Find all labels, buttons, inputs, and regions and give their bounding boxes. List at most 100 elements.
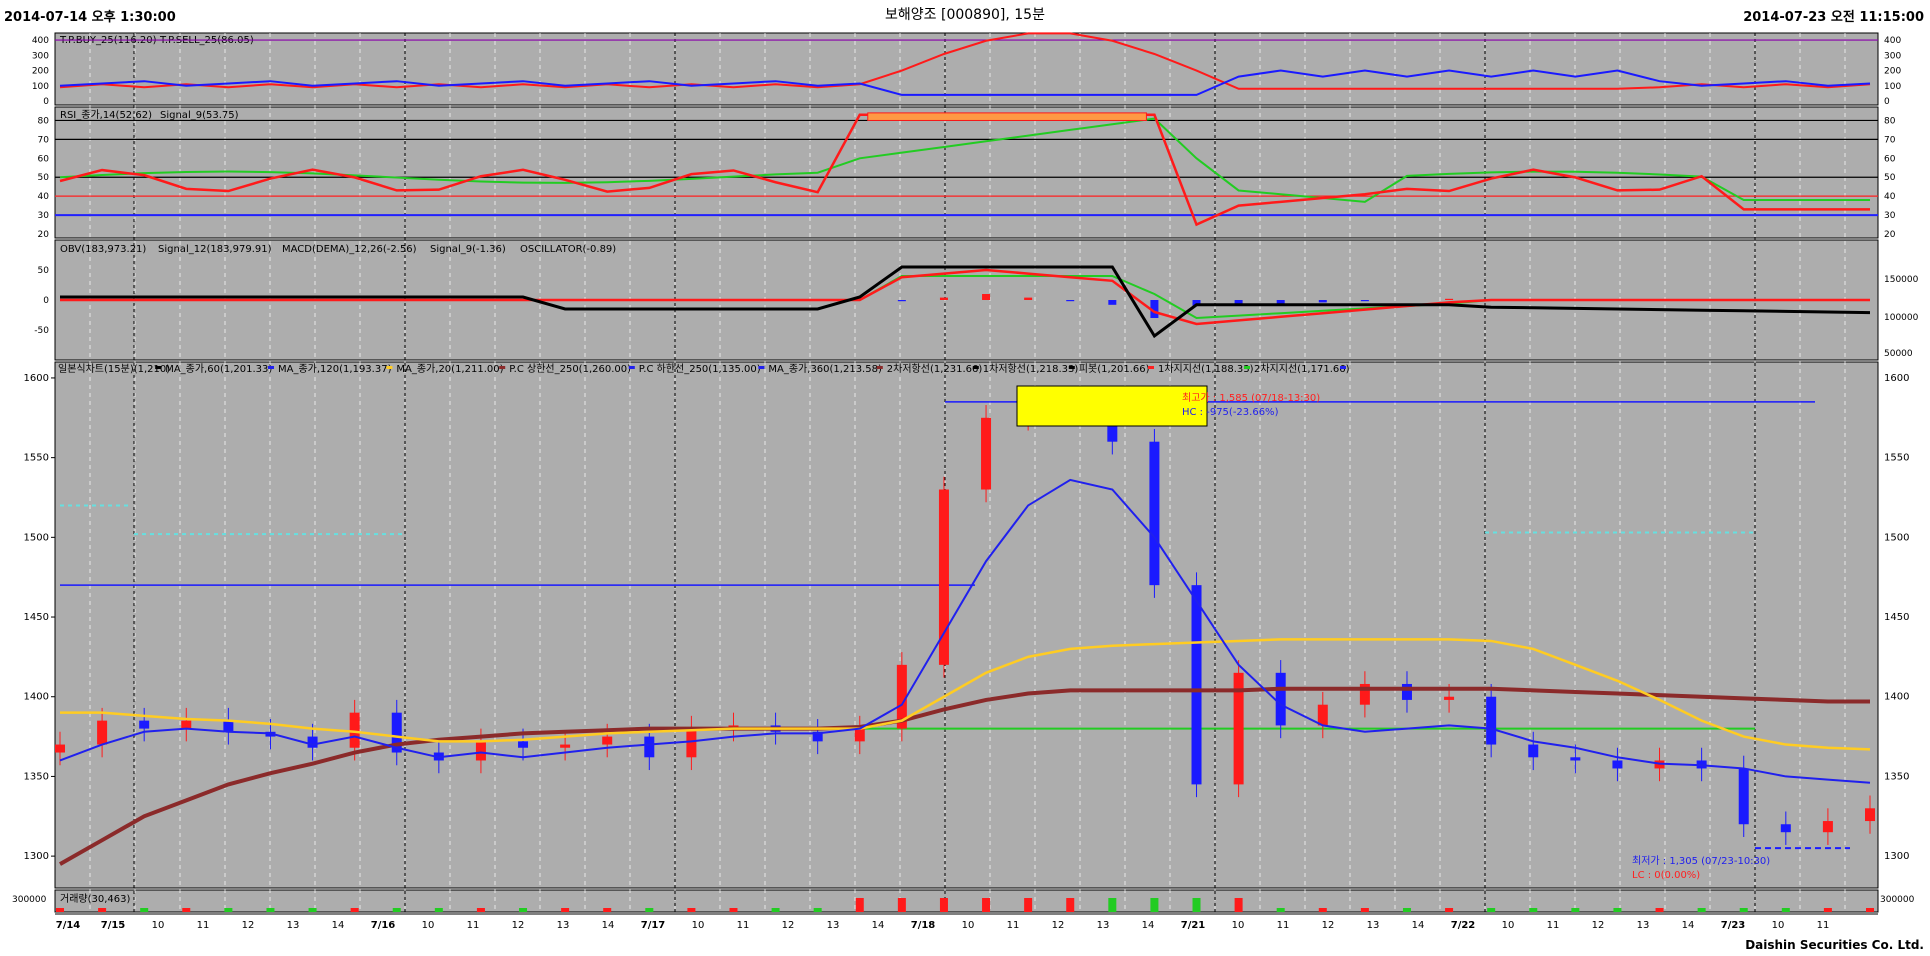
volume-bar (603, 908, 612, 912)
high-price-label: 최고가 : 1,585 (07/18-13:30) (1182, 392, 1320, 404)
main-legend-item: 2차지지선(1,171.66) (1254, 363, 1350, 375)
x-axis-label: 7/21 (1181, 920, 1206, 931)
panel-main (54, 361, 1879, 889)
volume-bar (1571, 908, 1580, 912)
macd-legend: MACD(DEMA)_12,26(-2.56) (282, 244, 417, 255)
volume-bar (855, 898, 864, 912)
x-axis-label: 13 (1367, 920, 1380, 931)
x-axis-label: 12 (1052, 920, 1065, 931)
main-legend-swatch (876, 366, 883, 369)
candle-body (644, 736, 655, 758)
volume-bar (729, 908, 738, 912)
rsi-tick-label-right: 40 (1884, 192, 1896, 202)
stock-chart[interactable]: T.P.BUY_25(116.20) T.P.SELL_25(86.05) RS… (0, 0, 1930, 956)
main-tick-label: 1350 (24, 771, 49, 782)
obv-signal-legend: Signal_12(183,979.91) (158, 244, 272, 255)
main-legend-item: 1차저항선(1,218.33) (983, 363, 1079, 375)
tp-tick-label-right: 200 (1884, 67, 1901, 77)
oscillator-bar (982, 294, 991, 300)
footer-brand: Daishin Securities Co. Ltd. (1745, 938, 1924, 952)
candle-body (1822, 821, 1833, 833)
candle-body (181, 720, 192, 729)
rsi-tick-label: 60 (38, 154, 50, 164)
x-axis-label: 12 (512, 920, 525, 931)
candle-body (1486, 696, 1497, 745)
x-axis-label: 11 (1277, 920, 1290, 931)
volume-bar (224, 908, 233, 912)
main-tick-label-right: 1350 (1884, 771, 1909, 782)
tp-tick-label-right: 0 (1884, 97, 1890, 107)
candle-body (55, 744, 65, 753)
x-axis-label: 10 (962, 920, 975, 931)
candle-body (1528, 744, 1539, 758)
rsi-tick-label-right: 30 (1884, 211, 1896, 221)
main-tick-label: 1300 (24, 851, 49, 862)
oscillator-bar (1108, 300, 1117, 305)
candle-body (981, 417, 992, 490)
tp-tick-label: 200 (32, 67, 49, 77)
x-axis-label: 14 (602, 920, 615, 931)
x-axis-label: 13 (827, 920, 840, 931)
main-legend-item: MA_종가,20(1,211.00) (396, 363, 503, 375)
obv-tick-label-right: 150000 (1884, 275, 1919, 285)
main-legend-swatch (628, 366, 635, 369)
main-legend-swatch (1148, 366, 1154, 369)
rsi-tick-label: 40 (38, 192, 50, 202)
volume-bar (1402, 908, 1411, 912)
x-axis-label: 10 (1772, 920, 1785, 931)
candle-body (1738, 768, 1749, 825)
main-legend-item: 2차저항선(1,231.66) (887, 363, 983, 375)
volume-bar (519, 908, 528, 912)
main-legend-swatch (1244, 366, 1250, 369)
volume-bar (1529, 908, 1538, 912)
candle-body (854, 728, 865, 742)
rsi-tick-label: 30 (38, 211, 50, 221)
volume-bar (1150, 898, 1159, 912)
volume-bar (308, 908, 317, 912)
x-axis-label: 10 (1502, 920, 1515, 931)
candle-body (307, 736, 318, 748)
main-legend-item: MA_종가,60(1,201.33) (165, 363, 272, 375)
oscillator-legend: OSCILLATOR(-0.89) (520, 244, 616, 255)
oscillator-bar (1445, 298, 1454, 300)
main-legend-item: 1차지지선(1,188.33) (1158, 363, 1254, 375)
x-axis-label: 14 (332, 920, 345, 931)
x-axis-label: 13 (1637, 920, 1650, 931)
main-tick-label-right: 1300 (1884, 851, 1909, 862)
volume-bar (813, 908, 822, 912)
x-axis-label: 10 (692, 920, 705, 931)
volume-tick: 300000 (12, 895, 47, 905)
x-axis-label: 11 (1007, 920, 1020, 931)
main-legend-swatch (386, 366, 393, 369)
x-axis-label: 12 (1322, 920, 1335, 931)
x-axis-label: 10 (1232, 920, 1245, 931)
x-axis-label: 14 (1412, 920, 1425, 931)
candle-body (1865, 808, 1875, 822)
lc-label: LC : 0(0.00%) (1632, 870, 1700, 881)
x-axis-label: 10 (152, 920, 165, 931)
x-axis-label: 11 (467, 920, 480, 931)
x-axis-label: 13 (1097, 920, 1110, 931)
panel-vol (54, 889, 1879, 913)
x-axis-label: 7/18 (911, 920, 936, 931)
volume-bar (98, 908, 107, 912)
x-axis-label: 7/22 (1451, 920, 1476, 931)
rsi-tick-label: 80 (38, 116, 50, 126)
x-axis-label: 10 (422, 920, 435, 931)
volume-bar (1866, 908, 1874, 912)
rsi-signal-legend: Signal_9(53.75) (160, 110, 239, 121)
volume-bar (1655, 908, 1664, 912)
tp-tick-label-right: 400 (1884, 36, 1901, 46)
volume-bar (266, 908, 275, 912)
low-price-label: 최저가 : 1,305 (07/23-10:30) (1632, 855, 1770, 867)
volume-bar (1739, 908, 1748, 912)
main-tick-label: 1400 (24, 692, 49, 703)
volume-bar (561, 908, 570, 912)
main-legend-swatch (758, 366, 765, 369)
candle-body (1149, 441, 1160, 586)
main-legend-swatch (499, 366, 506, 369)
volume-bar (392, 908, 401, 912)
volume-bar (939, 898, 948, 912)
volume-bar (434, 908, 443, 912)
tp-tick-label: 0 (43, 97, 49, 107)
